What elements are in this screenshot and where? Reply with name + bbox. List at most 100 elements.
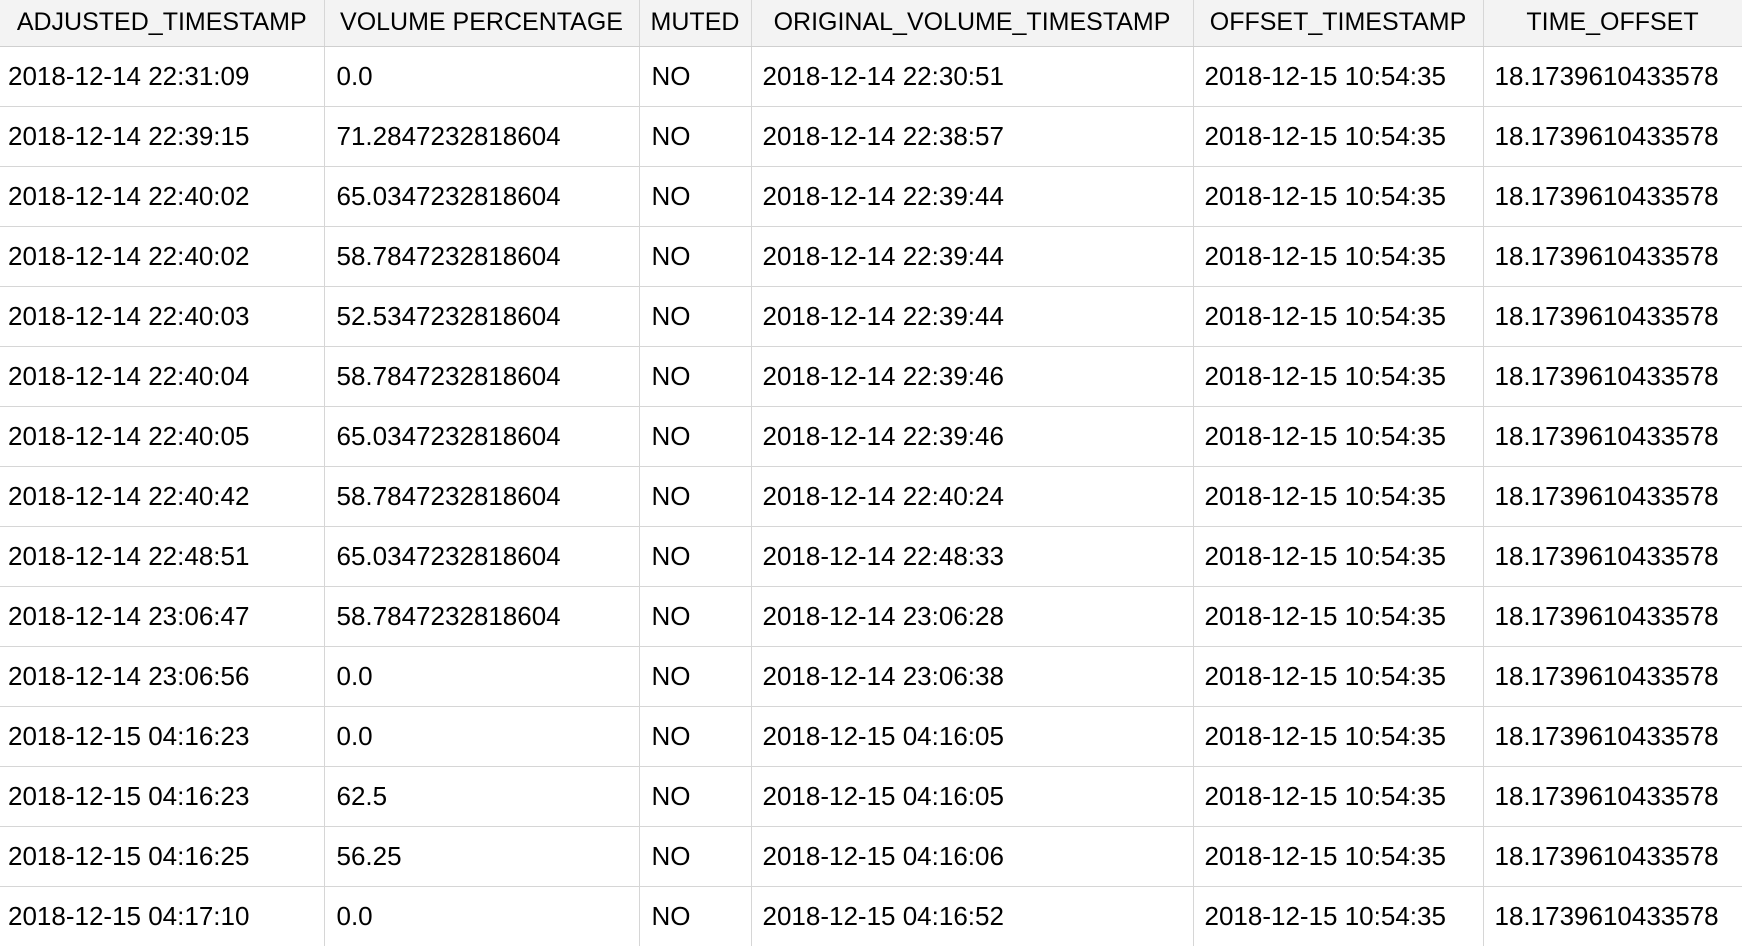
cell-original-volume-timestamp[interactable]: 2018-12-14 22:39:44: [751, 226, 1194, 287]
cell-original-volume-timestamp[interactable]: 2018-12-14 22:39:46: [751, 346, 1194, 407]
cell-volume-percentage[interactable]: 58.7847232818604: [324, 226, 640, 287]
cell-offset-timestamp[interactable]: 2018-12-15 10:54:35: [1193, 466, 1484, 527]
cell-volume-percentage[interactable]: 71.2847232818604: [324, 106, 640, 167]
cell-muted[interactable]: NO: [639, 886, 752, 946]
cell-volume-percentage[interactable]: 65.0347232818604: [324, 166, 640, 227]
cell-time-offset[interactable]: 18.1739610433578: [1483, 586, 1742, 647]
cell-time-offset[interactable]: 18.1739610433578: [1483, 886, 1742, 946]
table-row[interactable]: 2018-12-14 22:40:02 58.7847232818604 NO 201…: [0, 226, 1742, 287]
table-row[interactable]: 2018-12-14 22:40:02 65.0347232818604 NO 201…: [0, 166, 1742, 227]
cell-muted[interactable]: NO: [639, 646, 752, 707]
cell-volume-percentage[interactable]: 0.0: [324, 706, 640, 767]
cell-offset-timestamp[interactable]: 2018-12-15 10:54:35: [1193, 346, 1484, 407]
table-row[interactable]: 2018-12-14 22:48:51 65.0347232818604 NO 201…: [0, 526, 1742, 587]
cell-time-offset[interactable]: 18.1739610433578: [1483, 226, 1742, 287]
cell-offset-timestamp[interactable]: 2018-12-15 10:54:35: [1193, 706, 1484, 767]
cell-muted[interactable]: NO: [639, 406, 752, 467]
cell-original-volume-timestamp[interactable]: 2018-12-14 23:06:38: [751, 646, 1194, 707]
cell-volume-percentage[interactable]: 65.0347232818604: [324, 406, 640, 467]
table-row[interactable]: 2018-12-14 22:39:15 71.2847232818604 NO 201…: [0, 106, 1742, 167]
cell-offset-timestamp[interactable]: 2018-12-15 10:54:35: [1193, 106, 1484, 167]
cell-original-volume-timestamp[interactable]: 2018-12-14 22:39:44: [751, 286, 1194, 347]
cell-offset-timestamp[interactable]: 2018-12-15 10:54:35: [1193, 166, 1484, 227]
cell-offset-timestamp[interactable]: 2018-12-15 10:54:35: [1193, 586, 1484, 647]
cell-offset-timestamp[interactable]: 2018-12-15 10:54:35: [1193, 226, 1484, 287]
cell-adjusted-timestamp[interactable]: 2018-12-14 22:40:03: [0, 286, 325, 347]
column-header-original-volume-timestamp[interactable]: ORIGINAL_VOLUME_TIMESTAMP: [751, 0, 1194, 47]
table-row[interactable]: 2018-12-15 04:16:23 62.5 NO 2018-12-15 04:1…: [0, 766, 1742, 827]
table-row[interactable]: 2018-12-14 23:06:56 0.0 NO 2018-12-14 23:06…: [0, 646, 1742, 707]
cell-original-volume-timestamp[interactable]: 2018-12-14 22:48:33: [751, 526, 1194, 587]
column-header-offset-timestamp[interactable]: OFFSET_TIMESTAMP: [1193, 0, 1484, 47]
cell-adjusted-timestamp[interactable]: 2018-12-14 22:40:02: [0, 166, 325, 227]
cell-adjusted-timestamp[interactable]: 2018-12-14 22:40:02: [0, 226, 325, 287]
table-row[interactable]: 2018-12-14 22:40:04 58.7847232818604 NO 201…: [0, 346, 1742, 407]
cell-muted[interactable]: NO: [639, 46, 752, 107]
cell-time-offset[interactable]: 18.1739610433578: [1483, 286, 1742, 347]
cell-time-offset[interactable]: 18.1739610433578: [1483, 46, 1742, 107]
table-row[interactable]: 2018-12-15 04:17:10 0.0 NO 2018-12-15 04:16…: [0, 886, 1742, 946]
cell-adjusted-timestamp[interactable]: 2018-12-14 22:31:09: [0, 46, 325, 107]
cell-volume-percentage[interactable]: 65.0347232818604: [324, 526, 640, 587]
cell-volume-percentage[interactable]: 0.0: [324, 886, 640, 946]
cell-time-offset[interactable]: 18.1739610433578: [1483, 466, 1742, 527]
cell-muted[interactable]: NO: [639, 226, 752, 287]
cell-volume-percentage[interactable]: 58.7847232818604: [324, 466, 640, 527]
table-row[interactable]: 2018-12-14 22:31:09 0.0 NO 2018-12-14 22:30…: [0, 46, 1742, 107]
cell-muted[interactable]: NO: [639, 586, 752, 647]
table-row[interactable]: 2018-12-14 22:40:05 65.0347232818604 NO 201…: [0, 406, 1742, 467]
cell-time-offset[interactable]: 18.1739610433578: [1483, 166, 1742, 227]
cell-original-volume-timestamp[interactable]: 2018-12-14 22:40:24: [751, 466, 1194, 527]
cell-offset-timestamp[interactable]: 2018-12-15 10:54:35: [1193, 526, 1484, 587]
cell-time-offset[interactable]: 18.1739610433578: [1483, 706, 1742, 767]
cell-volume-percentage[interactable]: 56.25: [324, 826, 640, 887]
cell-time-offset[interactable]: 18.1739610433578: [1483, 646, 1742, 707]
cell-adjusted-timestamp[interactable]: 2018-12-15 04:16:23: [0, 766, 325, 827]
cell-muted[interactable]: NO: [639, 346, 752, 407]
cell-muted[interactable]: NO: [639, 166, 752, 227]
table-row[interactable]: 2018-12-15 04:16:25 56.25 NO 2018-12-15 04:…: [0, 826, 1742, 887]
cell-offset-timestamp[interactable]: 2018-12-15 10:54:35: [1193, 826, 1484, 887]
cell-offset-timestamp[interactable]: 2018-12-15 10:54:35: [1193, 646, 1484, 707]
cell-original-volume-timestamp[interactable]: 2018-12-15 04:16:52: [751, 886, 1194, 946]
cell-adjusted-timestamp[interactable]: 2018-12-15 04:17:10: [0, 886, 325, 946]
cell-adjusted-timestamp[interactable]: 2018-12-14 22:40:05: [0, 406, 325, 467]
cell-time-offset[interactable]: 18.1739610433578: [1483, 526, 1742, 587]
cell-time-offset[interactable]: 18.1739610433578: [1483, 406, 1742, 467]
cell-offset-timestamp[interactable]: 2018-12-15 10:54:35: [1193, 886, 1484, 946]
cell-volume-percentage[interactable]: 58.7847232818604: [324, 586, 640, 647]
cell-time-offset[interactable]: 18.1739610433578: [1483, 826, 1742, 887]
cell-adjusted-timestamp[interactable]: 2018-12-14 23:06:56: [0, 646, 325, 707]
cell-adjusted-timestamp[interactable]: 2018-12-14 22:48:51: [0, 526, 325, 587]
cell-volume-percentage[interactable]: 0.0: [324, 46, 640, 107]
column-header-time-offset[interactable]: TIME_OFFSET: [1483, 0, 1742, 47]
cell-volume-percentage[interactable]: 62.5: [324, 766, 640, 827]
table-row[interactable]: 2018-12-15 04:16:23 0.0 NO 2018-12-15 04:16…: [0, 706, 1742, 767]
cell-adjusted-timestamp[interactable]: 2018-12-14 22:40:04: [0, 346, 325, 407]
cell-offset-timestamp[interactable]: 2018-12-15 10:54:35: [1193, 406, 1484, 467]
cell-muted[interactable]: NO: [639, 286, 752, 347]
cell-time-offset[interactable]: 18.1739610433578: [1483, 346, 1742, 407]
cell-time-offset[interactable]: 18.1739610433578: [1483, 106, 1742, 167]
cell-time-offset[interactable]: 18.1739610433578: [1483, 766, 1742, 827]
table-row[interactable]: 2018-12-14 23:06:47 58.7847232818604 NO 201…: [0, 586, 1742, 647]
cell-original-volume-timestamp[interactable]: 2018-12-14 22:39:46: [751, 406, 1194, 467]
cell-offset-timestamp[interactable]: 2018-12-15 10:54:35: [1193, 766, 1484, 827]
cell-adjusted-timestamp[interactable]: 2018-12-14 22:39:15: [0, 106, 325, 167]
cell-muted[interactable]: NO: [639, 826, 752, 887]
cell-original-volume-timestamp[interactable]: 2018-12-14 23:06:28: [751, 586, 1194, 647]
cell-muted[interactable]: NO: [639, 526, 752, 587]
cell-adjusted-timestamp[interactable]: 2018-12-15 04:16:25: [0, 826, 325, 887]
cell-muted[interactable]: NO: [639, 706, 752, 767]
column-header-volume-percentage[interactable]: VOLUME PERCENTAGE: [324, 0, 640, 47]
cell-adjusted-timestamp[interactable]: 2018-12-14 22:40:42: [0, 466, 325, 527]
cell-adjusted-timestamp[interactable]: 2018-12-14 23:06:47: [0, 586, 325, 647]
cell-offset-timestamp[interactable]: 2018-12-15 10:54:35: [1193, 46, 1484, 107]
cell-muted[interactable]: NO: [639, 106, 752, 167]
cell-muted[interactable]: NO: [639, 766, 752, 827]
cell-volume-percentage[interactable]: 0.0: [324, 646, 640, 707]
cell-original-volume-timestamp[interactable]: 2018-12-15 04:16:06: [751, 826, 1194, 887]
cell-offset-timestamp[interactable]: 2018-12-15 10:54:35: [1193, 286, 1484, 347]
cell-original-volume-timestamp[interactable]: 2018-12-14 22:39:44: [751, 166, 1194, 227]
cell-original-volume-timestamp[interactable]: 2018-12-14 22:30:51: [751, 46, 1194, 107]
